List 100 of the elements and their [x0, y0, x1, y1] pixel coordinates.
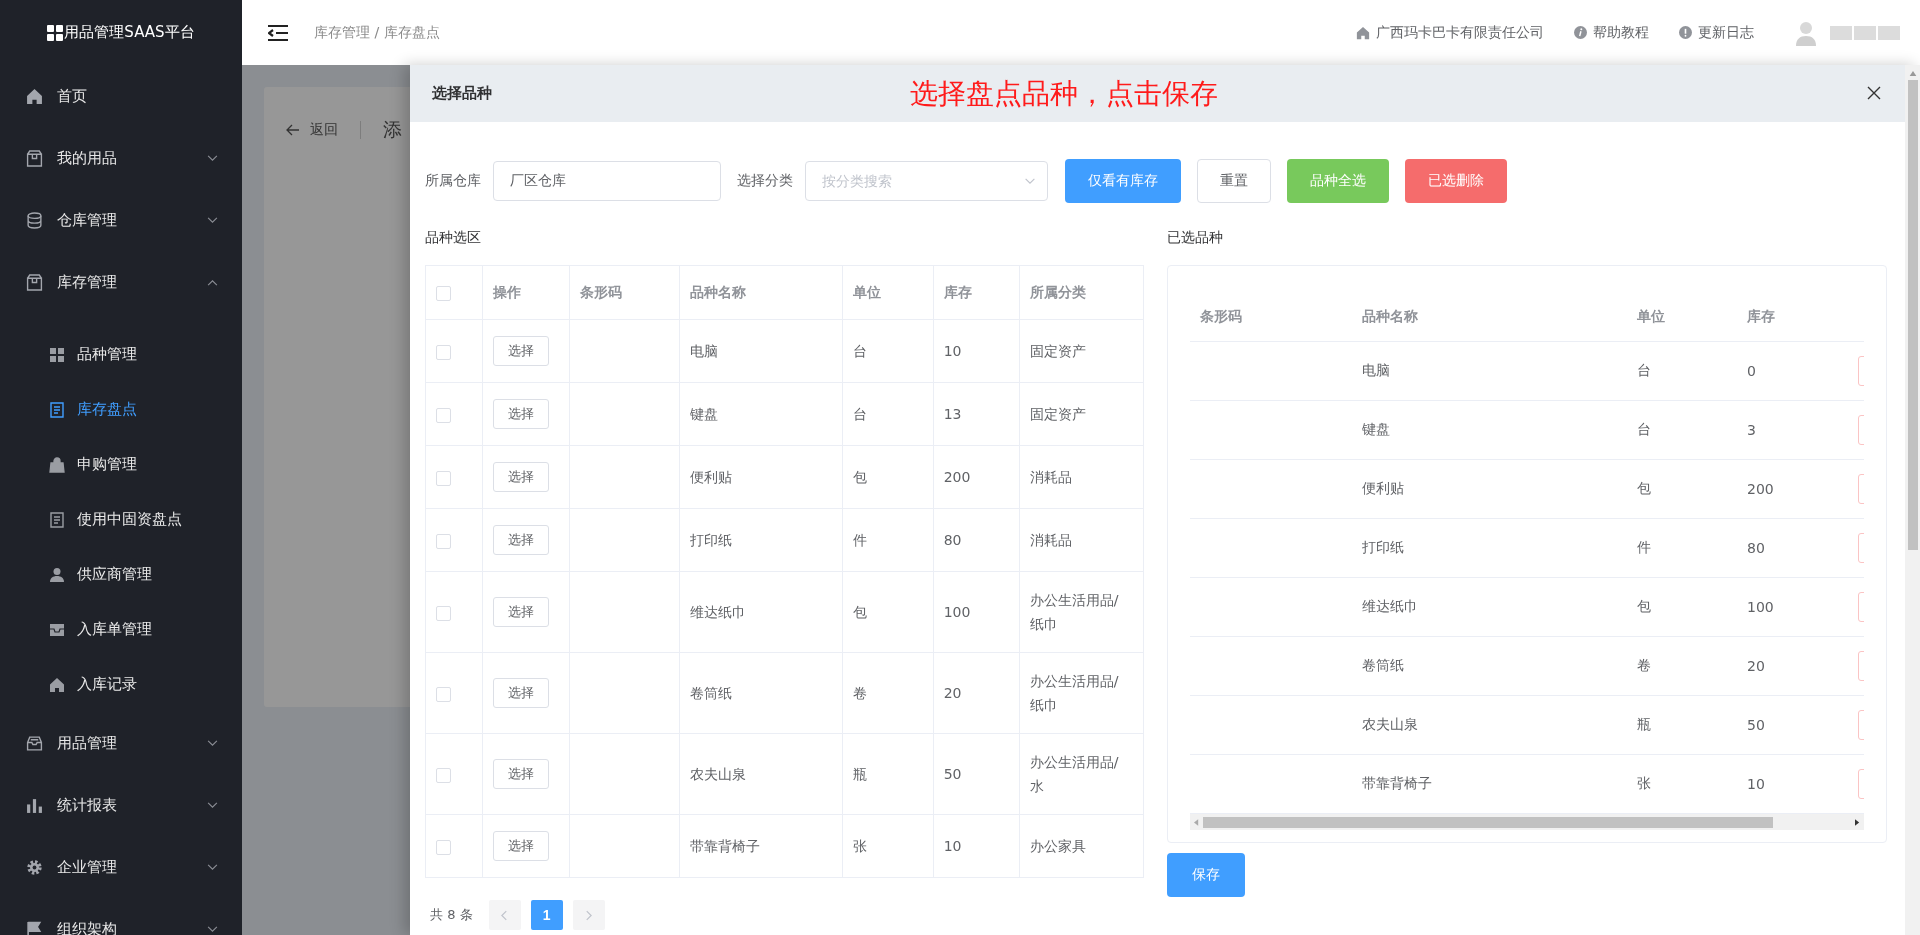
chevron-icon: [207, 740, 218, 747]
table-cell: 件: [852, 532, 867, 548]
checkbox[interactable]: [436, 686, 451, 702]
category-select[interactable]: 按分类搜索: [805, 161, 1048, 201]
section-title: 品种选区: [425, 228, 482, 247]
flag-icon: [26, 920, 43, 935]
checkbox[interactable]: [436, 285, 451, 301]
column-header: 操作: [493, 283, 522, 300]
table-cell: 瓶: [1637, 716, 1651, 732]
tray-icon: [49, 621, 65, 638]
table-cell: 农夫山泉: [1362, 716, 1418, 732]
total-count: 共 8 条: [430, 906, 473, 924]
select-button[interactable]: 选择: [493, 831, 550, 861]
home-icon: [26, 87, 43, 105]
header-link[interactable]: 广西玛卡巴卡有限责任公司: [1376, 23, 1544, 42]
dialog-title: 选择品种: [432, 84, 492, 103]
checkbox[interactable]: [436, 605, 451, 621]
table-cell: 消耗品: [1029, 532, 1072, 548]
header-link[interactable]: 帮助教程: [1593, 23, 1649, 42]
table-cell: 带靠背椅子: [1362, 775, 1432, 791]
select-button[interactable]: 选择: [493, 759, 550, 789]
checkbox[interactable]: [436, 344, 451, 360]
column-header: 单位: [852, 283, 881, 300]
submenu-item[interactable]: 供应商管理: [0, 547, 242, 602]
scroll-right-icon[interactable]: [1855, 818, 1860, 826]
annotation-text: 选择盘点品种，点击保存: [910, 76, 1218, 112]
table-cell: 便利贴: [1362, 480, 1404, 496]
table-cell: 10: [943, 343, 962, 359]
table-cell: 固定资产: [1029, 343, 1086, 359]
chevron-icon: [207, 155, 218, 162]
close-icon[interactable]: [1867, 86, 1881, 100]
nav-item[interactable]: 统计报表: [0, 774, 242, 836]
submenu-item[interactable]: 品种管理: [0, 327, 242, 382]
field-label: 选择分类: [737, 172, 793, 190]
nav-item[interactable]: 企业管理: [0, 836, 242, 898]
column-header: 条形码: [1200, 308, 1242, 324]
vertical-scrollbar[interactable]: [1905, 65, 1920, 935]
home-icon: [49, 676, 65, 693]
warning-icon: [1679, 26, 1692, 39]
table-cell: 3: [1747, 422, 1756, 438]
select-button[interactable]: 选择: [493, 399, 550, 429]
submenu-item[interactable]: 入库单管理: [0, 602, 242, 657]
back-link[interactable]: 返回: [310, 121, 338, 139]
nav-item[interactable]: 我的用品: [0, 127, 242, 189]
nav-item[interactable]: 组织架构: [0, 898, 242, 935]
next-page-button[interactable]: [572, 900, 605, 930]
chevron-icon: [207, 217, 218, 224]
table-cell: 键盘: [690, 406, 719, 422]
chevron-icon: [207, 864, 218, 871]
table-cell: 50: [1747, 717, 1765, 733]
scroll-up-icon[interactable]: [1908, 71, 1917, 76]
person-icon: [49, 566, 65, 583]
table-cell: 电脑: [690, 343, 719, 359]
nav-item[interactable]: 仓库管理: [0, 189, 242, 251]
select-button[interactable]: 选择: [493, 597, 550, 627]
header-link[interactable]: 更新日志: [1698, 23, 1754, 42]
submenu-item[interactable]: 申购管理: [0, 437, 242, 492]
warehouse-field[interactable]: 厂区仓库: [493, 161, 721, 201]
select-button[interactable]: 选择: [493, 678, 550, 708]
table-cell: 农夫山泉: [690, 766, 747, 782]
horizontal-scrollbar[interactable]: [1190, 814, 1864, 830]
bag-icon: [49, 456, 65, 473]
table-cell: 卷筒纸: [690, 685, 733, 701]
app-title: 用品管理SAAS平台: [64, 23, 195, 42]
info-icon: [1574, 26, 1587, 39]
checkbox[interactable]: [436, 407, 451, 423]
prev-page-button[interactable]: [488, 900, 521, 930]
action-button[interactable]: 重置: [1197, 159, 1271, 203]
checkbox[interactable]: [436, 839, 451, 855]
checkbox[interactable]: [436, 533, 451, 549]
table-cell: 台: [1637, 421, 1651, 437]
nav-item[interactable]: 首页: [0, 65, 242, 127]
select-button[interactable]: 选择: [493, 525, 550, 555]
table-cell: 键盘: [1362, 421, 1390, 437]
chevron-left-icon: [501, 909, 509, 921]
submenu-item[interactable]: 使用中固资盘点: [0, 492, 242, 547]
grid-icon: [49, 346, 65, 363]
menu-icon[interactable]: [268, 24, 288, 41]
avatar-icon[interactable]: [1794, 19, 1818, 46]
table-cell: 维达纸巾: [1362, 598, 1418, 614]
scroll-left-icon[interactable]: [1194, 818, 1199, 826]
chevron-icon: [207, 802, 218, 809]
select-button[interactable]: 选择: [493, 462, 550, 492]
table-cell: 10: [943, 838, 962, 854]
table-cell: 打印纸: [690, 532, 733, 548]
select-button[interactable]: 选择: [493, 336, 550, 366]
table-cell: 固定资产: [1029, 406, 1086, 422]
checkbox[interactable]: [436, 767, 451, 783]
table-cell: 100: [943, 604, 971, 620]
table-cell: 100: [1747, 599, 1774, 615]
settings-icon: [26, 858, 43, 876]
submenu-item[interactable]: 入库记录: [0, 657, 242, 712]
submenu-item[interactable]: 库存盘点: [0, 382, 242, 437]
field-label: 所属仓库: [425, 172, 481, 190]
table-cell: 带靠背椅子: [690, 838, 761, 854]
checkbox[interactable]: [436, 470, 451, 486]
nav-item[interactable]: 库存管理: [0, 251, 242, 313]
table-cell: 办公生活用品/水: [1029, 754, 1119, 794]
nav-item[interactable]: 用品管理: [0, 712, 242, 774]
column-header: 品种名称: [1362, 308, 1418, 324]
